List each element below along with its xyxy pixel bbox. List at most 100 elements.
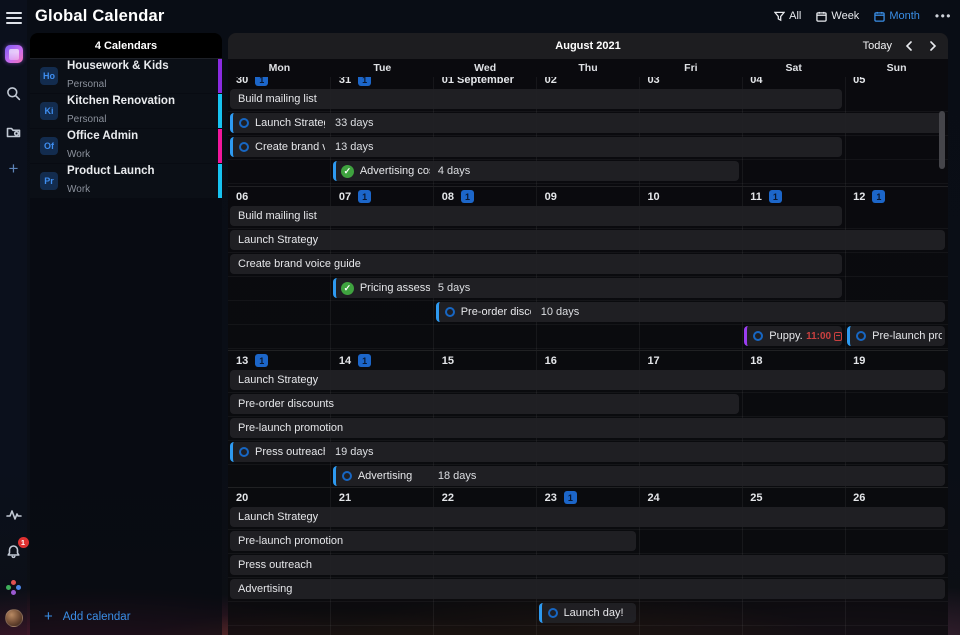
task-circle-icon (856, 331, 867, 341)
vertical-scrollbar[interactable] (939, 111, 945, 169)
date-cell[interactable]: 10 (639, 187, 742, 203)
event-title: Launch Strategy (238, 374, 319, 386)
date-number: 14 (338, 354, 352, 367)
date-cell[interactable]: 15 (434, 351, 537, 367)
calendar-event[interactable]: ✓ Pricing assessm... 5 days (332, 278, 843, 298)
calendar-event[interactable]: Pre-order disco... 10 days (435, 302, 945, 322)
event-title: Pre-order discounts (238, 398, 334, 410)
add-calendar-button[interactable]: + Add calendar (44, 608, 131, 625)
event-count-badge: 1 (872, 190, 886, 203)
calendar-event[interactable]: Pre-launch promotion (230, 531, 637, 551)
calendar-event[interactable]: Launch Strategy (230, 230, 945, 250)
task-circle-icon (547, 608, 558, 618)
date-cell[interactable]: 17 (639, 351, 742, 367)
event-count-badge: 1 (563, 491, 577, 504)
event-title: Press outreach (255, 446, 325, 458)
date-cell[interactable]: 02 (537, 77, 640, 86)
calendar-event[interactable]: Launch Strategy (230, 370, 945, 390)
event-duration: 33 days (335, 117, 374, 129)
calendar-event[interactable]: Press outreach 19 days (230, 442, 945, 462)
calendar-event[interactable]: Build mailing list (230, 89, 843, 109)
event-title: Pre-order disco... (460, 306, 531, 318)
date-cell[interactable]: 14 1 (331, 351, 434, 367)
calendar-panel: August 2021 Today Mon Tue Wed Thu Fri Sa… (228, 33, 948, 635)
calendar-event[interactable]: ✓ Advertising cost... 4 days (332, 161, 740, 181)
calendar-event[interactable]: Launch Strategy (230, 507, 945, 527)
next-month-button[interactable] (926, 39, 940, 53)
date-cell[interactable]: 31 1 (331, 77, 434, 86)
date-number: 11 (750, 190, 762, 203)
event-count-badge: 1 (255, 354, 269, 367)
month-view-button[interactable]: Month (874, 10, 920, 22)
date-cell[interactable]: 21 (331, 488, 434, 504)
calendar-event[interactable]: Pre-order discounts (230, 394, 740, 414)
date-number: 22 (441, 491, 454, 504)
calendar-event[interactable]: Advertising 18 days (332, 466, 945, 486)
calendar-header: August 2021 Today (228, 33, 948, 59)
calendar-list-item[interactable]: Of Office Admin Work (30, 129, 222, 163)
task-circle-icon (444, 307, 455, 317)
week-view-button[interactable]: Week (816, 10, 859, 22)
calendar-month-icon (874, 11, 886, 22)
search-icon[interactable] (6, 85, 22, 101)
today-button[interactable]: Today (863, 40, 892, 52)
date-cell[interactable]: 08 1 (434, 187, 537, 203)
date-cell[interactable]: 22 (434, 488, 537, 504)
date-cell[interactable]: 09 (537, 187, 640, 203)
date-cell[interactable]: 01 September (434, 77, 537, 86)
filter-all-button[interactable]: All (774, 10, 801, 22)
calendar-event[interactable]: Press outreach (230, 555, 945, 575)
date-cell[interactable]: 12 1 (845, 187, 948, 203)
app-logo-icon[interactable] (4, 45, 23, 63)
date-cell[interactable]: 13 1 (228, 351, 331, 367)
date-cell[interactable]: 19 (845, 351, 948, 367)
calendar-event[interactable]: Pre-launch promotion (230, 418, 945, 438)
date-number: 17 (647, 354, 660, 367)
event-time: 11:00 (806, 330, 832, 342)
calendar-list-item[interactable]: Pr Product Launch Work (30, 164, 222, 198)
calendar-event[interactable]: Launch day! (538, 603, 637, 623)
date-cell[interactable]: 25 (742, 488, 845, 504)
date-cell[interactable]: 20 (228, 488, 331, 504)
date-number: 01 September (441, 77, 514, 86)
folder-icon[interactable] (6, 123, 22, 139)
date-number: 09 (544, 190, 557, 203)
date-cell[interactable]: 18 (742, 351, 845, 367)
date-cell[interactable]: 30 1 (228, 77, 331, 86)
calendar-type: Personal (67, 79, 107, 91)
integrations-icon[interactable] (6, 579, 22, 595)
plus-icon: + (44, 608, 53, 625)
calendar-event[interactable]: Create brand voice guide (230, 254, 843, 274)
date-cell[interactable]: 03 (639, 77, 742, 86)
calendar-event[interactable]: Puppy...11:00 (744, 326, 843, 346)
date-cell[interactable]: 16 (537, 351, 640, 367)
event-title: Advertising (357, 470, 413, 482)
activity-icon[interactable] (5, 507, 22, 523)
previous-month-button[interactable] (902, 39, 916, 53)
calendar-event[interactable]: Build mailing list (230, 206, 843, 226)
date-cell[interactable]: 05 (845, 77, 948, 86)
calendar-event[interactable]: Create brand vo... 13 days (230, 137, 843, 157)
calendar-event[interactable]: Pre-launch pro... (847, 326, 945, 346)
calendar-list-item[interactable]: Ki Kitchen Renovation Personal (30, 94, 222, 128)
user-avatar[interactable] (4, 609, 23, 627)
date-number: 06 (236, 190, 249, 203)
date-cell[interactable]: 07 1 (331, 187, 434, 203)
add-icon[interactable]: + (6, 160, 22, 177)
event-title: Launch Strategy (255, 117, 325, 129)
hamburger-menu-icon[interactable] (5, 9, 22, 27)
calendar-event[interactable]: Advertising (230, 579, 945, 599)
notifications-bell-icon[interactable]: 1 (6, 537, 29, 559)
date-number: 24 (647, 491, 660, 504)
date-cell[interactable]: 23 1 (537, 488, 640, 504)
calendar-list-item[interactable]: Ho Housework & Kids Personal (30, 59, 222, 93)
date-cell[interactable]: 24 (639, 488, 742, 504)
date-cell[interactable]: 06 (228, 187, 331, 203)
date-cell[interactable]: 04 (742, 77, 845, 86)
event-title: Launch Strategy (238, 511, 319, 523)
date-cell[interactable]: 11 1 (742, 187, 845, 203)
more-options-button[interactable]: ••• (935, 9, 952, 23)
calendar-event[interactable]: Launch Strategy 33 days (230, 113, 945, 133)
date-cell[interactable]: 26 (845, 488, 948, 504)
event-title: Pre-launch promotion (238, 422, 344, 434)
